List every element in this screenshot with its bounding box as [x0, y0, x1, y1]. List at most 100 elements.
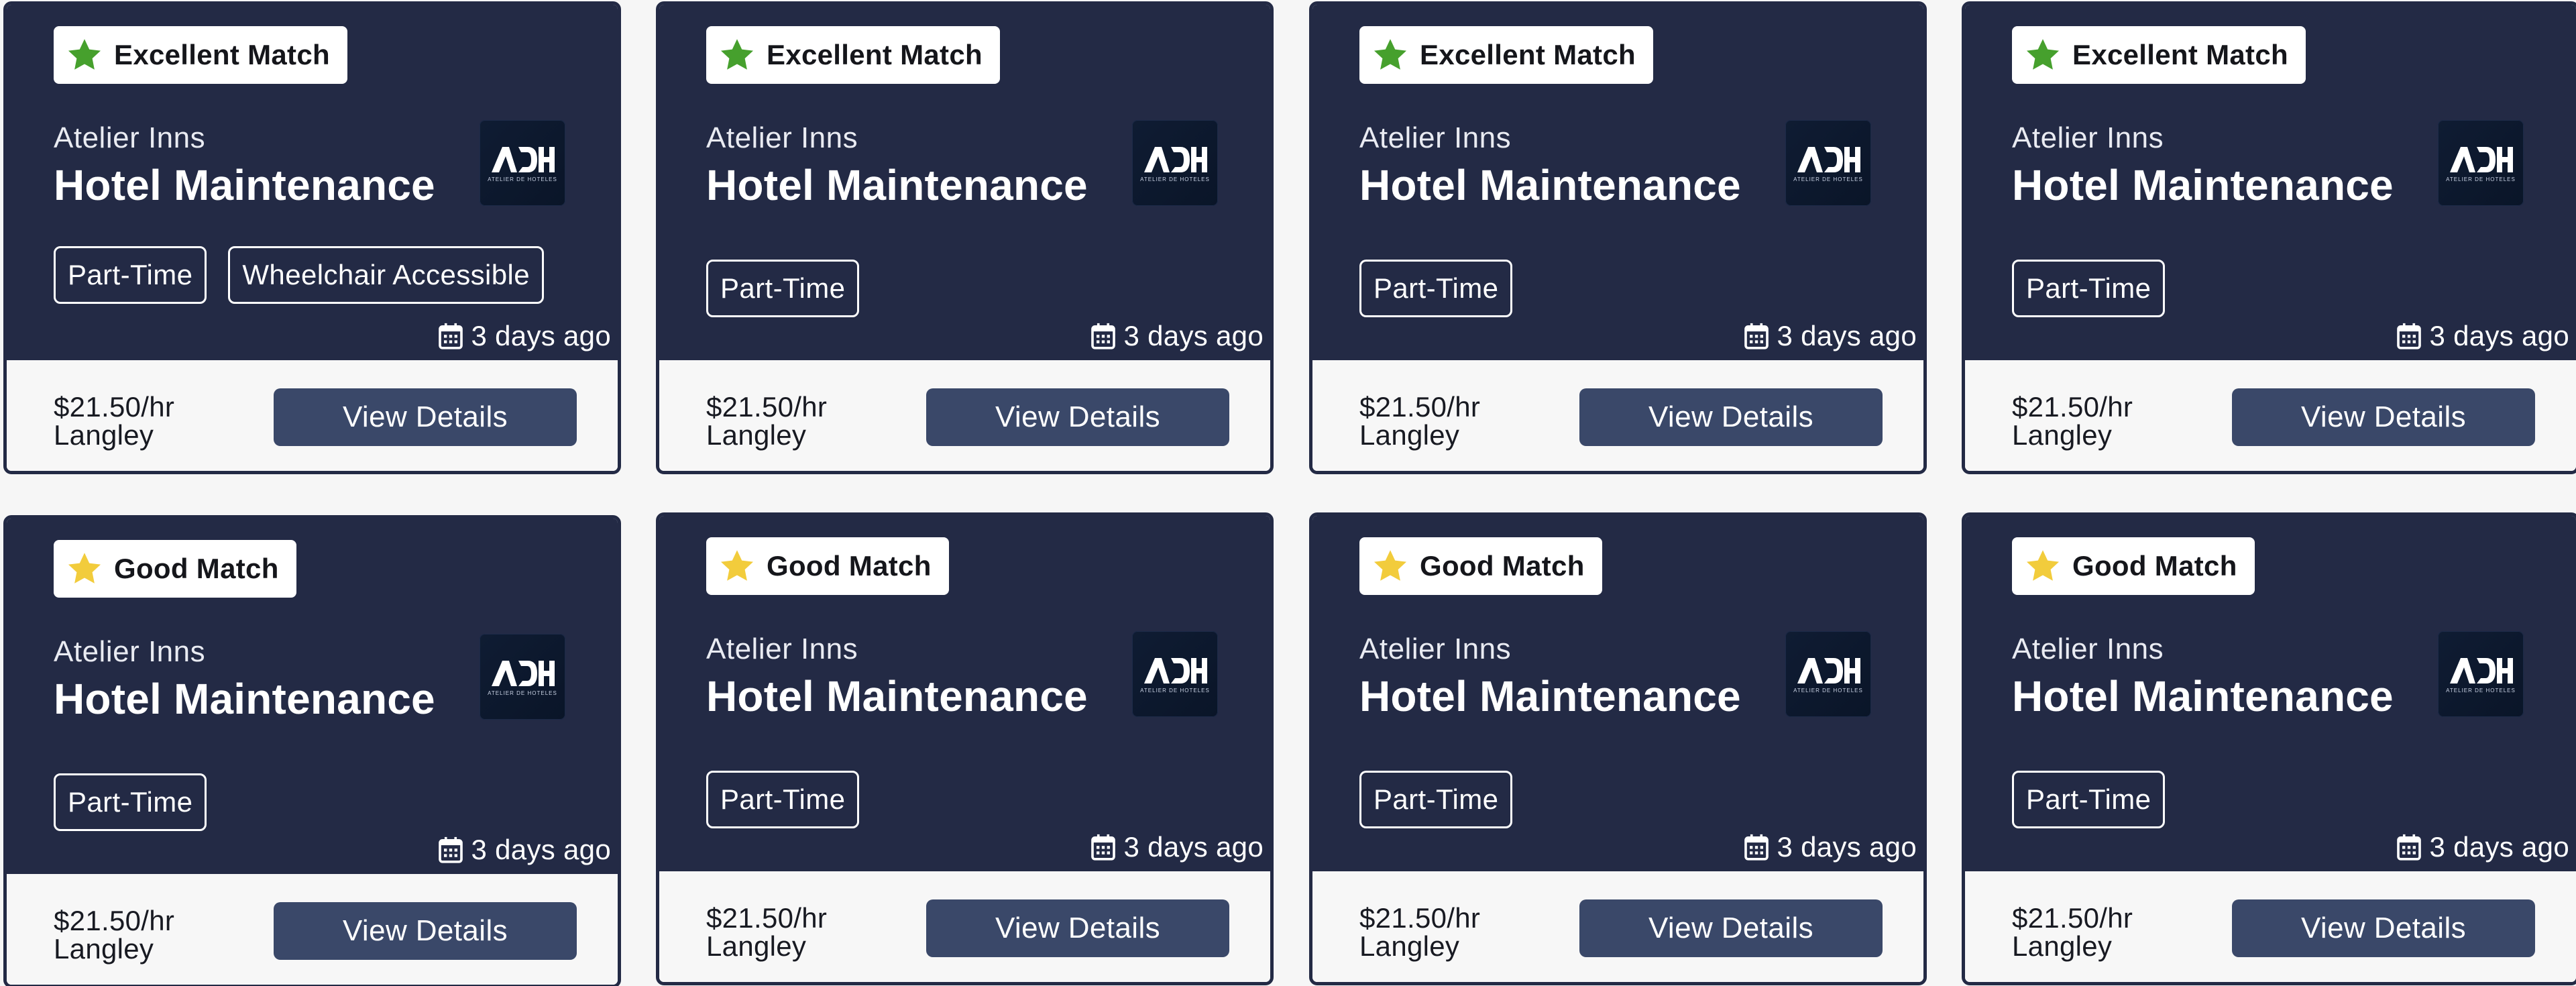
job-card[interactable]: Good Match Atelier Inns Hotel Maintenanc… — [3, 515, 621, 986]
logo-subtext: ATELIER DE HOTELES — [488, 176, 557, 182]
company-logo: ATELIER DE HOTELES — [480, 634, 565, 720]
match-badge: Good Match — [706, 537, 949, 595]
calendar-icon — [2396, 834, 2421, 861]
job-title: Hotel Maintenance — [54, 161, 435, 209]
view-details-button[interactable]: View Details — [1579, 899, 1883, 957]
job-card[interactable]: Excellent Match Atelier Inns Hotel Maint… — [656, 1, 1274, 474]
pay-rate: $21.50/hr — [1359, 391, 1481, 423]
adh-logo-mark — [492, 147, 555, 172]
job-tag: Wheelchair Accessible — [228, 246, 544, 304]
job-tag: Part-Time — [2012, 260, 2166, 317]
match-badge-label: Excellent Match — [114, 39, 330, 70]
match-badge-label: Excellent Match — [1420, 39, 1636, 70]
view-details-button[interactable]: View Details — [274, 388, 577, 446]
company-logo: ATELIER DE HOTELES — [2438, 631, 2524, 717]
view-details-button[interactable]: View Details — [2232, 388, 2535, 446]
match-badge: Good Match — [54, 540, 296, 598]
adh-logo-mark — [492, 661, 555, 686]
job-card[interactable]: Excellent Match Atelier Inns Hotel Maint… — [1309, 1, 1927, 474]
job-location: Langley — [706, 419, 807, 451]
company-name: Atelier Inns — [706, 121, 858, 154]
calendar-icon — [438, 323, 463, 349]
match-badge: Excellent Match — [1359, 26, 1653, 84]
job-tags: Part-Time Wheelchair Accessible — [54, 246, 544, 304]
pay-rate: $21.50/hr — [706, 902, 828, 934]
job-card[interactable]: Good Match Atelier Inns Hotel Maintenanc… — [1309, 512, 1927, 985]
company-name: Atelier Inns — [54, 635, 206, 668]
job-card-footer: $21.50/hr Langley View Details — [659, 871, 1270, 982]
posted-date: 3 days ago — [438, 834, 612, 866]
star-icon — [2026, 39, 2060, 70]
posted-date: 3 days ago — [2396, 831, 2570, 863]
adh-logo-mark — [2450, 147, 2513, 172]
posted-date: 3 days ago — [1090, 831, 1264, 863]
job-tags: Part-Time — [2012, 771, 2166, 828]
job-title: Hotel Maintenance — [2012, 161, 2394, 209]
job-location: Langley — [2012, 419, 2113, 451]
job-card[interactable]: Excellent Match Atelier Inns Hotel Maint… — [3, 1, 621, 474]
posted-date-label: 3 days ago — [1123, 831, 1264, 863]
star-icon — [720, 39, 754, 70]
job-card-footer: $21.50/hr Langley View Details — [7, 874, 618, 985]
company-logo: ATELIER DE HOTELES — [1132, 631, 1218, 717]
company-name: Atelier Inns — [1359, 121, 1512, 154]
pay-rate: $21.50/hr — [54, 905, 175, 936]
calendar-icon — [1744, 834, 1769, 861]
job-card-header: Good Match Atelier Inns Hotel Maintenanc… — [1312, 516, 1923, 871]
job-tag: Part-Time — [54, 773, 207, 831]
job-card-footer: $21.50/hr Langley View Details — [1312, 871, 1923, 982]
job-card-header: Good Match Atelier Inns Hotel Maintenanc… — [1965, 516, 2576, 871]
posted-date-label: 3 days ago — [2429, 831, 2569, 863]
posted-date-label: 3 days ago — [1123, 320, 1264, 351]
job-card[interactable]: Good Match Atelier Inns Hotel Maintenanc… — [1962, 512, 2576, 985]
job-location: Langley — [1359, 419, 1460, 451]
job-card-header: Excellent Match Atelier Inns Hotel Maint… — [1965, 5, 2576, 360]
adh-logo-mark — [1144, 147, 1207, 172]
logo-subtext: ATELIER DE HOTELES — [488, 690, 557, 696]
match-badge: Good Match — [2012, 537, 2255, 595]
posted-date-label: 3 days ago — [471, 320, 611, 351]
match-badge-label: Excellent Match — [2072, 39, 2288, 70]
job-title: Hotel Maintenance — [1359, 672, 1741, 720]
job-tags: Part-Time — [1359, 260, 1513, 317]
pay-rate: $21.50/hr — [706, 391, 828, 423]
calendar-icon — [1090, 323, 1115, 349]
view-details-button[interactable]: View Details — [926, 388, 1229, 446]
view-details-button[interactable]: View Details — [1579, 388, 1883, 446]
pay-rate: $21.50/hr — [54, 391, 175, 423]
job-tag: Part-Time — [1359, 771, 1513, 828]
posted-date-label: 3 days ago — [2429, 320, 2569, 351]
job-tags: Part-Time — [1359, 771, 1513, 828]
job-location: Langley — [2012, 930, 2113, 962]
company-logo: ATELIER DE HOTELES — [1785, 120, 1871, 206]
job-tag: Part-Time — [54, 246, 207, 304]
star-icon — [68, 553, 101, 584]
job-card-header: Excellent Match Atelier Inns Hotel Maint… — [7, 5, 618, 360]
logo-subtext: ATELIER DE HOTELES — [1140, 176, 1210, 182]
star-icon — [1374, 550, 1407, 581]
job-tag: Part-Time — [706, 260, 860, 317]
pay-rate: $21.50/hr — [2012, 902, 2133, 934]
view-details-button[interactable]: View Details — [926, 899, 1229, 957]
job-card[interactable]: Good Match Atelier Inns Hotel Maintenanc… — [656, 512, 1274, 985]
job-card-header: Excellent Match Atelier Inns Hotel Maint… — [1312, 5, 1923, 360]
star-icon — [1374, 39, 1407, 70]
company-logo: ATELIER DE HOTELES — [1785, 631, 1871, 717]
job-card-footer: $21.50/hr Langley View Details — [1965, 360, 2576, 471]
match-badge: Excellent Match — [54, 26, 347, 84]
view-details-button[interactable]: View Details — [274, 902, 577, 960]
job-card[interactable]: Excellent Match Atelier Inns Hotel Maint… — [1962, 1, 2576, 474]
job-location: Langley — [706, 930, 807, 962]
company-name: Atelier Inns — [2012, 121, 2164, 154]
pay-rate: $21.50/hr — [1359, 902, 1481, 934]
calendar-icon — [2396, 323, 2421, 349]
job-tag: Part-Time — [2012, 771, 2166, 828]
posted-date: 3 days ago — [2396, 320, 2570, 352]
company-logo: ATELIER DE HOTELES — [2438, 120, 2524, 206]
logo-subtext: ATELIER DE HOTELES — [1793, 688, 1863, 694]
match-badge-label: Good Match — [114, 553, 279, 584]
match-badge-label: Good Match — [2072, 550, 2237, 582]
job-card-header: Good Match Atelier Inns Hotel Maintenanc… — [659, 516, 1270, 871]
view-details-button[interactable]: View Details — [2232, 899, 2535, 957]
calendar-icon — [438, 836, 463, 863]
